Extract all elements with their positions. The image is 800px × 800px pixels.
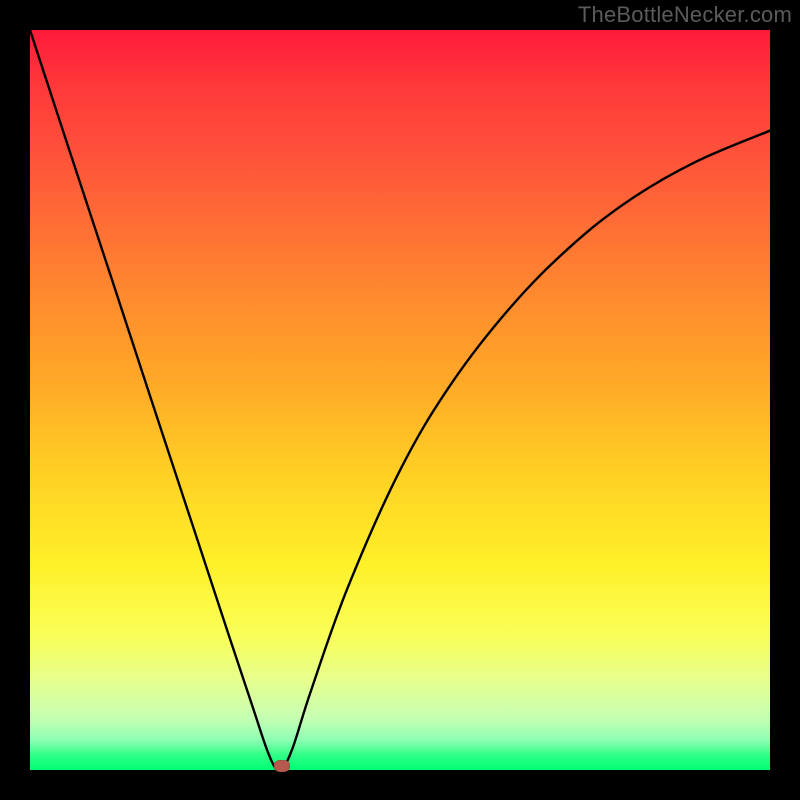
chart-frame: TheBottleNecker.com <box>0 0 800 800</box>
watermark-text: TheBottleNecker.com <box>578 2 792 28</box>
curve-svg <box>30 30 770 770</box>
plot-area <box>30 30 770 770</box>
bottleneck-curve <box>30 30 770 770</box>
min-marker <box>274 760 290 772</box>
